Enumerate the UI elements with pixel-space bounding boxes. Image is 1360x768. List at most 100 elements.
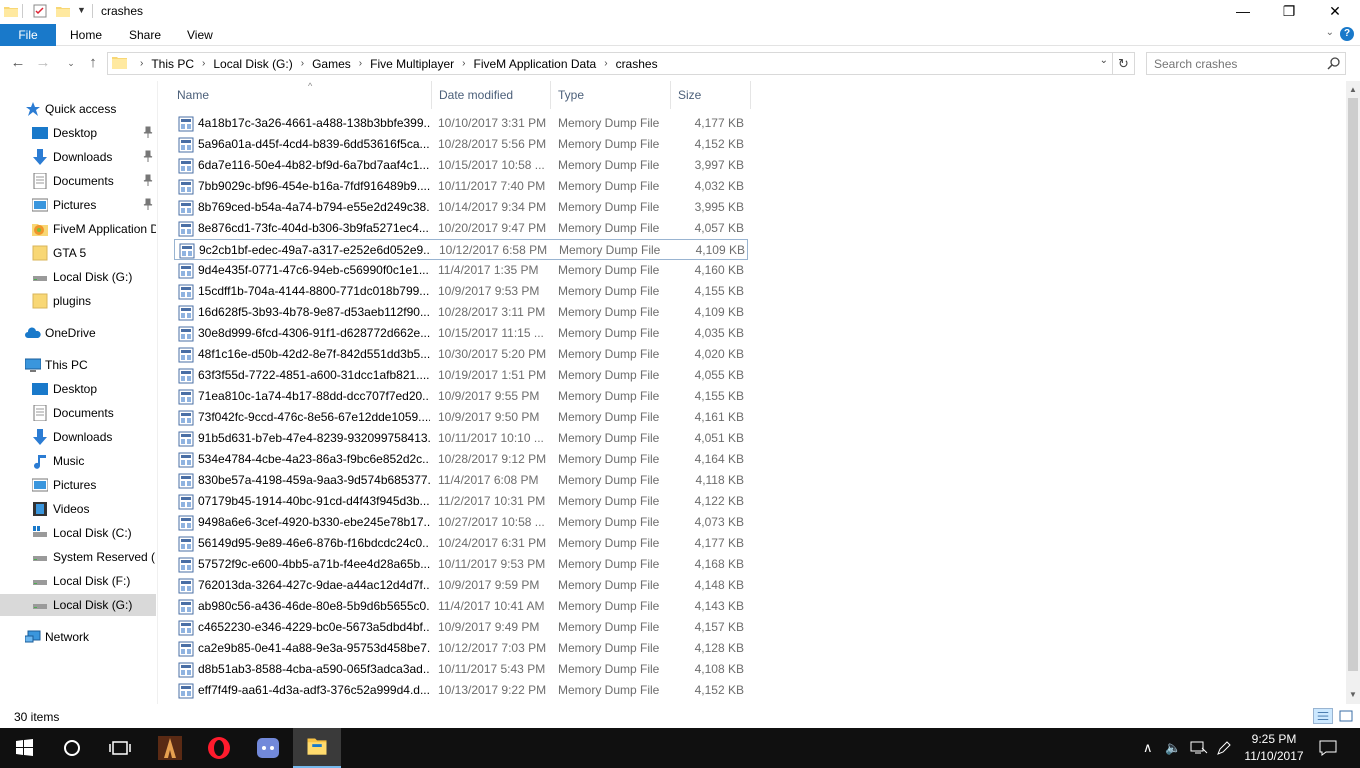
show-hidden-icons-icon[interactable]: ∧ [1143, 740, 1153, 756]
sidebar-item-videos[interactable]: Videos [0, 498, 156, 520]
breadcrumb-item[interactable]: Five Multiplayer [370, 57, 454, 71]
address-bar[interactable]: › This PC › Local Disk (G:) › Games › Five Mult… [107, 52, 1135, 75]
file-row[interactable]: 8b769ced-b54a-4a74-b794-e55e2d249c38....… [174, 197, 748, 218]
sidebar-item-local-disk-c[interactable]: Local Disk (C:) [0, 522, 156, 544]
scrollbar-thumb[interactable] [1348, 98, 1358, 671]
expand-ribbon-icon[interactable]: ⌄ [1326, 27, 1334, 38]
tab-home[interactable]: Home [70, 24, 102, 46]
properties-icon[interactable] [33, 4, 47, 18]
pen-icon[interactable] [1216, 740, 1232, 756]
sidebar-item-system-reserved[interactable]: System Reserved (E: [0, 546, 156, 568]
sidebar-item-onedrive[interactable]: OneDrive [0, 322, 156, 344]
file-row[interactable]: 48f1c16e-d50b-42d2-8e7f-842d551dd3b5....… [174, 344, 748, 365]
sidebar-item-this-pc[interactable]: This PC [0, 354, 156, 376]
sidebar-item-local-disk-g-quick[interactable]: Local Disk (G:) [0, 266, 156, 288]
breadcrumb-item[interactable]: FiveM Application Data [473, 57, 596, 71]
file-row[interactable]: 57572f9c-e600-4bb5-a71b-f4ee4d28a65b....… [174, 554, 748, 575]
file-row[interactable]: 56149d95-9e89-46e6-876b-f16bdcdc24c0....… [174, 533, 748, 554]
breadcrumb-separator-icon[interactable]: › [301, 58, 304, 69]
sidebar-item-local-disk-f[interactable]: Local Disk (F:) [0, 570, 156, 592]
tab-share[interactable]: Share [129, 24, 161, 46]
maximize-button[interactable]: ❐ [1266, 0, 1312, 24]
column-header-date[interactable]: Date modified [432, 81, 551, 109]
file-row[interactable]: 73f042fc-9ccd-476c-8e56-67e12dde1059....… [174, 407, 748, 428]
task-view-icon[interactable] [96, 728, 144, 768]
sidebar-item-downloads[interactable]: Downloads [0, 146, 156, 168]
file-row[interactable]: ab980c56-a436-46de-80e8-5b9d6b5655c0....… [174, 596, 748, 617]
file-row[interactable]: eff7f4f9-aa61-4d3a-adf3-376c52a999d4.d..… [174, 680, 748, 701]
column-header-type[interactable]: Type [551, 81, 671, 109]
game-app-icon[interactable] [146, 728, 194, 768]
search-input[interactable] [1154, 56, 1324, 71]
scroll-down-icon[interactable]: ▼ [1346, 688, 1360, 702]
file-row[interactable]: 63f3f55d-7722-4851-a600-31dcc1afb821....… [174, 365, 748, 386]
sidebar-item-pc-downloads[interactable]: Downloads [0, 426, 156, 448]
breadcrumb-separator-icon[interactable]: › [202, 58, 205, 69]
refresh-icon[interactable]: ↻ [1112, 53, 1134, 74]
column-header-size[interactable]: Size [671, 81, 751, 109]
tab-view[interactable]: View [187, 24, 213, 46]
large-icons-view-icon[interactable] [1336, 708, 1356, 724]
search-box[interactable] [1146, 52, 1346, 75]
minimize-button[interactable]: — [1220, 0, 1266, 24]
sidebar-item-pc-desktop[interactable]: Desktop [0, 378, 156, 400]
file-row[interactable]: 30e8d999-6fcd-4306-91f1-d628772d662e....… [174, 323, 748, 344]
sidebar-item-desktop[interactable]: Desktop [0, 122, 156, 144]
sidebar-item-pictures[interactable]: Pictures [0, 194, 156, 216]
windows-start-icon[interactable] [0, 728, 48, 768]
sidebar-item-pc-documents[interactable]: Documents [0, 402, 156, 424]
breadcrumb-separator-icon[interactable]: › [140, 58, 143, 69]
volume-icon[interactable]: 🔈 [1165, 740, 1181, 756]
forward-arrow-icon[interactable]: → [34, 54, 52, 72]
opera-icon[interactable] [195, 728, 243, 768]
clock[interactable]: 9:25 PM 11/10/2017 [1240, 731, 1308, 765]
sidebar-item-plugins[interactable]: plugins [0, 290, 156, 312]
file-row[interactable]: 16d628f5-3b93-4b78-9e87-d53aeb112f90....… [174, 302, 748, 323]
folder-icon[interactable] [4, 4, 18, 18]
pin-icon[interactable] [142, 126, 154, 138]
address-dropdown-icon[interactable]: ⌄ [1100, 55, 1108, 66]
sidebar-item-gta5[interactable]: GTA 5 [0, 242, 156, 264]
file-row[interactable]: 07179b45-1914-40bc-91cd-d4f43f945d3b....… [174, 491, 748, 512]
sidebar-item-local-disk-g[interactable]: Local Disk (G:) [0, 594, 156, 616]
scroll-up-icon[interactable]: ▲ [1346, 83, 1360, 97]
sidebar-item-network[interactable]: Network [0, 626, 156, 648]
file-row[interactable]: 6da7e116-50e4-4b82-bf9d-6a7bd7aaf4c1....… [174, 155, 748, 176]
breadcrumb-item[interactable]: crashes [616, 57, 658, 71]
file-row[interactable]: 15cdff1b-704a-4144-8800-771dc018b799....… [174, 281, 748, 302]
details-view-icon[interactable] [1313, 708, 1333, 724]
help-icon[interactable]: ? [1340, 27, 1354, 41]
back-arrow-icon[interactable]: ← [9, 54, 27, 72]
breadcrumb-separator-icon[interactable]: › [359, 58, 362, 69]
file-row[interactable]: 4a18b17c-3a26-4661-a488-138b3bbfe399....… [174, 113, 748, 134]
file-row[interactable]: c4652230-e346-4229-bc0e-5673a5dbd4bf....… [174, 617, 748, 638]
breadcrumb-item[interactable]: Local Disk (G:) [213, 57, 292, 71]
pin-icon[interactable] [142, 198, 154, 210]
pin-icon[interactable] [142, 150, 154, 162]
breadcrumb-separator-icon[interactable]: › [462, 58, 465, 69]
sidebar-item-quick-access[interactable]: Quick access [0, 98, 156, 120]
sidebar-item-fivem[interactable]: FiveM Application D [0, 218, 156, 240]
sidebar-item-documents[interactable]: Documents [0, 170, 156, 192]
vertical-scrollbar[interactable]: ▲ ▼ [1346, 81, 1360, 704]
network-status-icon[interactable] [1190, 740, 1208, 756]
breadcrumb-separator-icon[interactable]: › [604, 58, 607, 69]
up-arrow-icon[interactable]: ↑ [84, 54, 102, 72]
new-folder-icon[interactable] [56, 4, 70, 18]
search-icon[interactable] [1327, 56, 1341, 70]
file-row[interactable]: 534e4784-4cbe-4a23-86a3-f9bc6e852d2c....… [174, 449, 748, 470]
sidebar-item-pc-pictures[interactable]: Pictures [0, 474, 156, 496]
file-row[interactable]: 5a96a01a-d45f-4cd4-b839-6dd53616f5ca....… [174, 134, 748, 155]
file-row[interactable]: 9d4e435f-0771-47c6-94eb-c56990f0c1e1....… [174, 260, 748, 281]
file-row[interactable]: 9c2cb1bf-edec-49a7-a317-e252e6d052e9....… [174, 239, 748, 260]
sidebar-item-music[interactable]: Music [0, 450, 156, 472]
file-row[interactable]: 9498a6e6-3cef-4920-b330-ebe245e78b17....… [174, 512, 748, 533]
tab-file[interactable]: File [0, 24, 56, 46]
close-button[interactable]: ✕ [1312, 0, 1358, 24]
file-row[interactable]: 8e876cd1-73fc-404d-b306-3b9fa5271ec4....… [174, 218, 748, 239]
file-row[interactable]: ca2e9b85-0e41-4a88-9e3a-95753d458be7....… [174, 638, 748, 659]
recent-locations-icon[interactable]: ⌄ [62, 54, 80, 72]
pin-icon[interactable] [142, 174, 154, 186]
breadcrumb-item[interactable]: Games [312, 57, 351, 71]
file-row[interactable]: 71ea810c-1a74-4b17-88dd-dcc707f7ed20....… [174, 386, 748, 407]
